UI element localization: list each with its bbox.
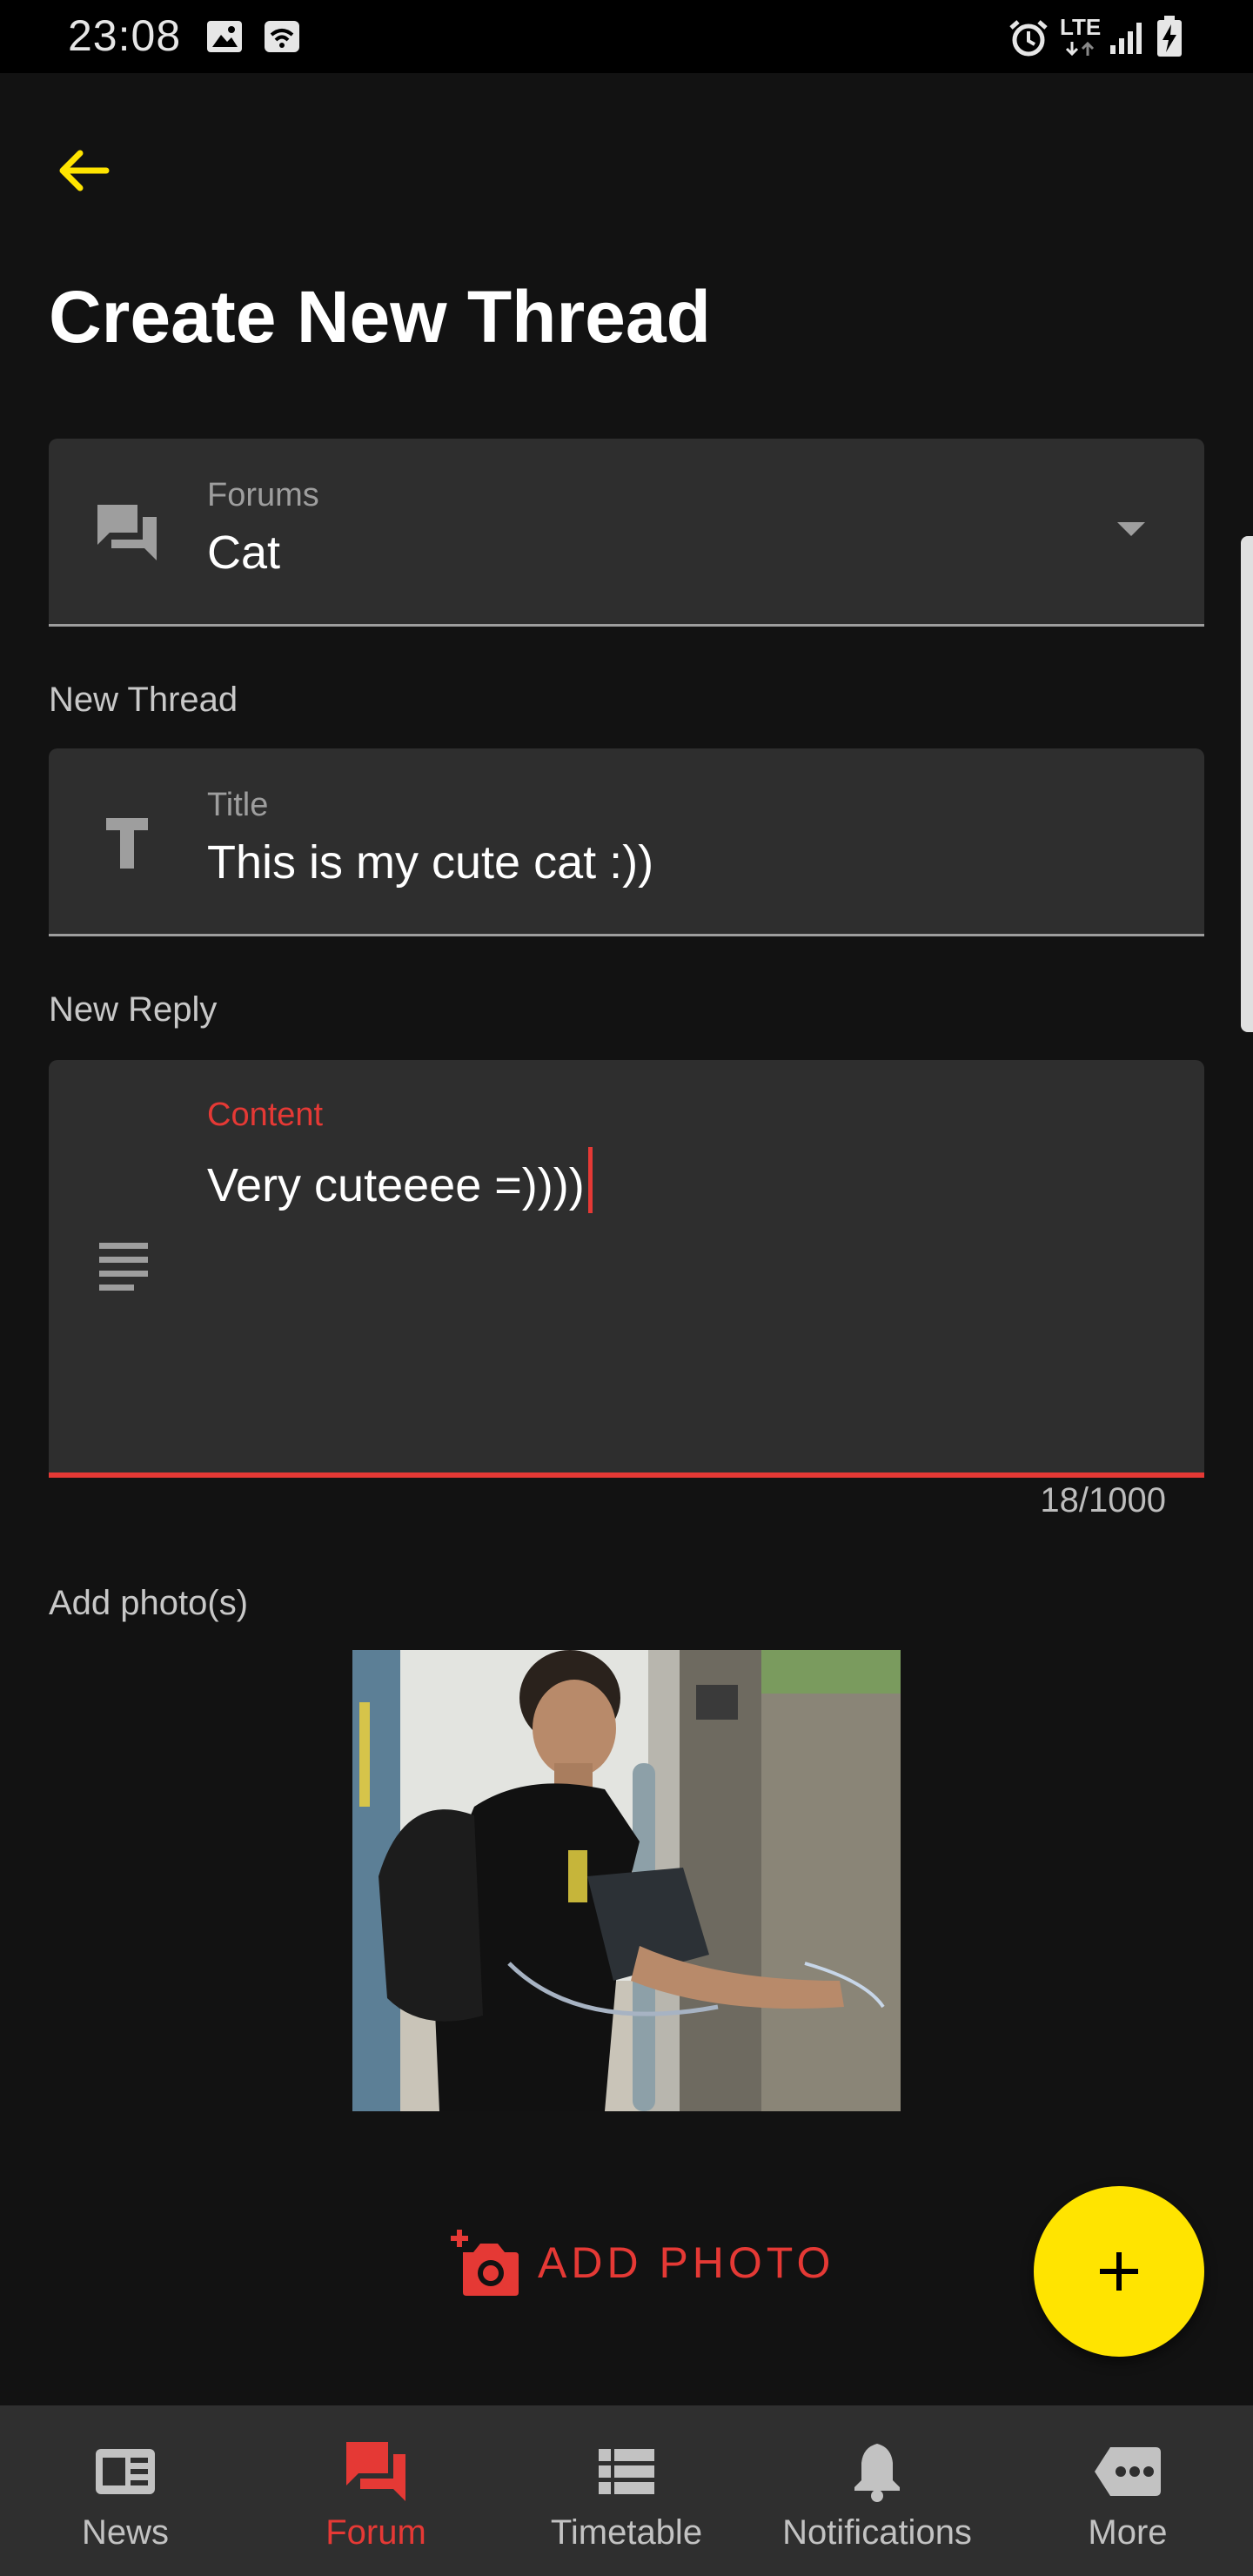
signal-icon xyxy=(1110,23,1142,54)
alarm-icon xyxy=(1009,20,1048,57)
dropdown-arrow-icon[interactable] xyxy=(1114,519,1149,540)
status-bar: 23:08 LTE xyxy=(0,0,1253,73)
nav-item-more[interactable]: More xyxy=(1002,2405,1253,2576)
nav-item-news[interactable]: News xyxy=(0,2405,251,2576)
lte-label: LTE xyxy=(1060,14,1102,40)
nav-label-notifications: Notifications xyxy=(782,2513,972,2552)
title-field[interactable]: Title This is my cute cat :)) xyxy=(49,748,1204,936)
status-time: 23:08 xyxy=(68,11,182,60)
news-icon xyxy=(96,2449,155,2494)
subject-icon xyxy=(99,1243,148,1291)
add-photo-button[interactable]: ADD PHOTO xyxy=(447,2219,834,2306)
forum-icon xyxy=(346,2442,405,2501)
bottom-navigation: News Forum Timetable Notifications More xyxy=(0,2405,1253,2576)
add-a-photo-icon xyxy=(451,2230,519,2296)
new-reply-section-label: New Reply xyxy=(49,990,218,1029)
content-field-label: Content xyxy=(207,1097,324,1133)
text-icon xyxy=(106,818,148,869)
lte-icon xyxy=(1065,41,1095,57)
nav-item-timetable[interactable]: Timetable xyxy=(501,2405,752,2576)
submit-fab[interactable] xyxy=(1034,2186,1204,2357)
forum-select[interactable]: Forums Cat xyxy=(49,439,1204,627)
forum-icon xyxy=(97,505,157,560)
title-field-label: Title xyxy=(207,787,269,823)
character-counter: 18/1000 xyxy=(1040,1481,1166,1519)
photo-image xyxy=(352,1650,901,2111)
page-title: Create New Thread xyxy=(49,276,711,358)
forum-field-label: Forums xyxy=(207,477,319,513)
nav-item-notifications[interactable]: Notifications xyxy=(752,2405,1002,2576)
bell-icon xyxy=(854,2444,900,2502)
new-thread-section-label: New Thread xyxy=(49,681,238,719)
forum-field-value: Cat xyxy=(207,527,281,579)
nav-label-more: More xyxy=(1088,2513,1168,2552)
arrow-back-icon[interactable] xyxy=(49,138,118,207)
plus-icon xyxy=(1100,2252,1138,2291)
battery-charging-icon xyxy=(1157,16,1182,57)
wifi-hotspot-icon xyxy=(265,21,299,52)
image-icon xyxy=(207,21,242,52)
add-photo-label: ADD PHOTO xyxy=(538,2238,835,2287)
photo-thumbnail[interactable] xyxy=(352,1650,901,2111)
list-icon xyxy=(599,2449,654,2494)
nav-label-forum: Forum xyxy=(325,2513,426,2552)
content-field-value: Very cuteeee =)))) xyxy=(207,1159,585,1211)
nav-label-timetable: Timetable xyxy=(550,2513,703,2552)
text-cursor xyxy=(587,1147,593,1213)
nav-label-news: News xyxy=(81,2513,170,2552)
add-photos-section-label: Add photo(s) xyxy=(49,1584,249,1622)
title-field-value: This is my cute cat :)) xyxy=(207,836,654,889)
create-thread-screen: 23:08 LTE Create New Thread Forums Cat N… xyxy=(0,0,1253,2576)
content-field[interactable]: Content Very cuteeee =)))) xyxy=(49,1060,1204,1478)
more-icon xyxy=(1095,2447,1161,2496)
content-field-value-wrap: Very cuteeee =)))) xyxy=(207,1147,593,1213)
scrollbar-thumb[interactable] xyxy=(1241,536,1253,1032)
nav-item-forum[interactable]: Forum xyxy=(251,2405,501,2576)
